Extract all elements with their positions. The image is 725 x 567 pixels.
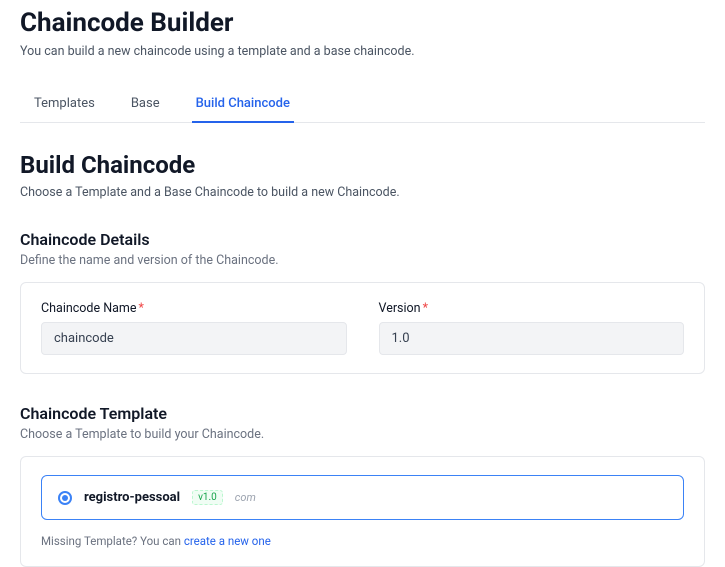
template-heading: Chaincode Template [20,404,705,423]
details-subtext: Define the name and version of the Chain… [20,253,705,268]
tabs-nav: Templates Base Build Chaincode [20,85,705,123]
version-label: Version* [379,301,685,316]
page-title: Chaincode Builder [20,8,705,38]
required-asterisk: * [139,301,144,316]
radio-dot-icon [62,495,68,501]
radio-icon [58,491,72,505]
tab-templates[interactable]: Templates [30,86,99,123]
details-card: Chaincode Name* Version* [20,282,705,374]
template-name: registro-pessoal [84,490,180,505]
template-version-tag: v1.0 [192,490,223,505]
details-heading: Chaincode Details [20,230,705,249]
tab-base[interactable]: Base [127,86,164,123]
details-form-row: Chaincode Name* Version* [41,301,684,355]
template-desc: com [235,491,256,504]
build-heading: Build Chaincode [20,151,705,179]
template-card: registro-pessoal v1.0 com Missing Templa… [20,456,705,567]
template-option-registro-pessoal[interactable]: registro-pessoal v1.0 com [41,475,684,520]
chaincode-name-input[interactable] [41,322,347,355]
version-field-group: Version* [379,301,685,355]
missing-template-text: Missing Template? You can [41,534,184,548]
tab-build-chaincode[interactable]: Build Chaincode [192,86,294,123]
name-label: Chaincode Name* [41,301,347,316]
name-label-text: Chaincode Name [41,301,137,316]
missing-template-line: Missing Template? You can create a new o… [41,534,684,548]
page-subtitle: You can build a new chaincode using a te… [20,44,705,59]
template-subtext: Choose a Template to build your Chaincod… [20,427,705,442]
build-subtext: Choose a Template and a Base Chaincode t… [20,185,705,200]
required-asterisk: * [423,301,428,316]
version-label-text: Version [379,301,421,316]
create-template-link[interactable]: create a new one [184,534,271,548]
chaincode-version-input[interactable] [379,322,685,355]
name-field-group: Chaincode Name* [41,301,347,355]
